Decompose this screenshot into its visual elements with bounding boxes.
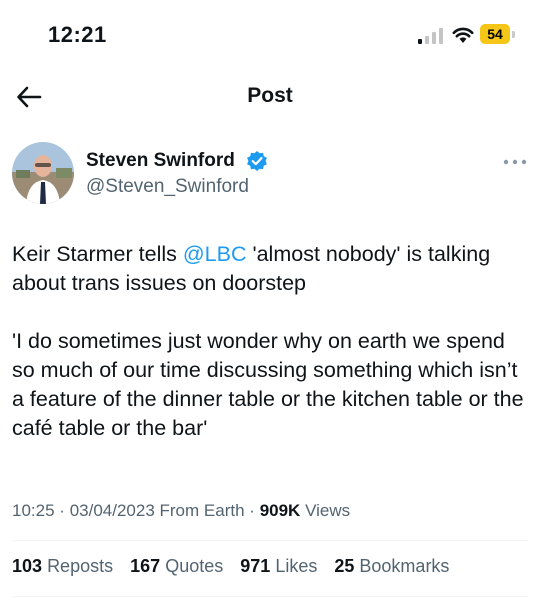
status-time: 12:21 <box>48 22 107 47</box>
more-options-icon[interactable] <box>502 158 528 166</box>
cellular-signal-icon <box>418 28 443 44</box>
divider <box>12 596 528 597</box>
tweet-paragraph-2: 'I do sometimes just wonder why on earth… <box>12 329 524 440</box>
likes-count: 971 <box>240 556 271 576</box>
page-title: Post <box>247 84 293 107</box>
likes-label: Likes <box>275 556 318 576</box>
tweet-paragraph-1: Keir Starmer tells @LBC 'almost nobody' … <box>12 240 532 298</box>
tweet-text: Keir Starmer tells @LBC 'almost nobody' … <box>12 240 532 443</box>
quotes-count: 167 <box>130 556 161 576</box>
reposts-stat[interactable]: 103 Reposts <box>12 556 113 576</box>
author-name[interactable]: Steven Swinford <box>86 150 235 172</box>
bookmarks-count: 25 <box>334 556 355 576</box>
tweet-line1-prefix: Keir Starmer tells <box>12 242 183 266</box>
quotes-stat[interactable]: 167 Quotes <box>130 556 223 576</box>
status-bar: 12:21 54 <box>0 0 540 70</box>
divider <box>12 540 528 541</box>
post-date[interactable]: 03/04/2023 <box>70 501 155 520</box>
meta-separator: · <box>59 501 65 520</box>
post-metadata: 10:25 · 03/04/2023 From Earth · 909K Vie… <box>12 501 350 521</box>
author-handle[interactable]: @Steven_Swinford <box>86 176 249 198</box>
avatar-photo <box>12 142 74 204</box>
post-time[interactable]: 10:25 <box>12 501 55 520</box>
post-header: Post <box>0 72 540 122</box>
views-count: 909K <box>259 501 301 520</box>
bookmarks-label: Bookmarks <box>359 556 450 576</box>
battery-indicator: 54 <box>480 24 510 44</box>
post-source: From Earth <box>159 501 245 520</box>
engagement-stats: 103 Reposts 167 Quotes 971 Likes 25 Book… <box>12 556 461 577</box>
quotes-label: Quotes <box>165 556 224 576</box>
reposts-label: Reposts <box>47 556 114 576</box>
battery-nub <box>512 31 515 38</box>
meta-separator: · <box>249 501 255 520</box>
reposts-count: 103 <box>12 556 43 576</box>
mention-link[interactable]: @LBC <box>183 242 247 266</box>
author-avatar[interactable] <box>12 142 74 204</box>
views-label: Views <box>305 501 351 520</box>
verified-badge-icon <box>247 151 267 171</box>
likes-stat[interactable]: 971 Likes <box>240 556 317 576</box>
bookmarks-stat[interactable]: 25 Bookmarks <box>334 556 449 576</box>
wifi-icon <box>452 27 474 43</box>
